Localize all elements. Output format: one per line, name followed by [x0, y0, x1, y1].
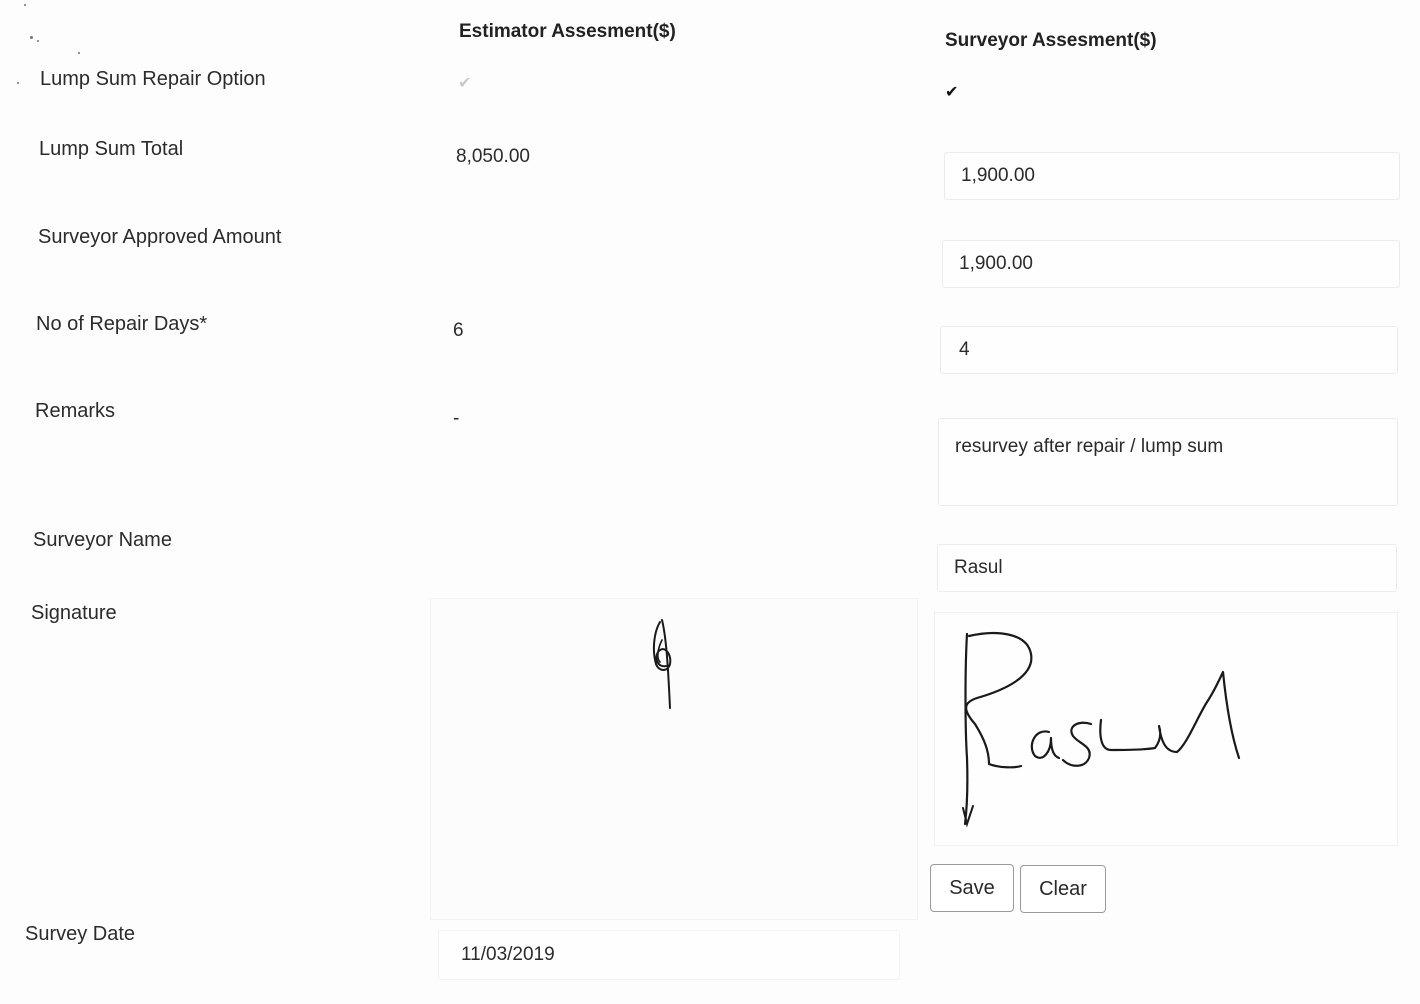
- surveyor-remarks-textarea[interactable]: resurvey after repair / lump sum: [938, 418, 1398, 506]
- surveyor-remarks-value: resurvey after repair / lump sum: [955, 436, 1224, 457]
- survey-date-label: Survey Date: [25, 923, 136, 945]
- remarks-label: Remarks: [35, 400, 116, 422]
- surveyor-name-value: Rasul: [954, 557, 1003, 578]
- scan-speck: [24, 4, 26, 6]
- surveyor-lump-sum-check-icon[interactable]: ✔: [945, 85, 958, 101]
- scan-speck: [37, 40, 39, 42]
- surveyor-signature-image[interactable]: [955, 628, 1245, 828]
- signature-label: Signature: [31, 602, 117, 624]
- surveyor-approved-amount-value: 1,900.00: [959, 253, 1033, 274]
- surveyor-repair-days-input[interactable]: 4: [940, 326, 1398, 374]
- surveyor-approved-amount-label: Surveyor Approved Amount: [38, 226, 282, 248]
- estimator-signature-image: [652, 619, 672, 709]
- repair-days-label: No of Repair Days*: [36, 313, 208, 335]
- surveyor-assessment-header: Surveyor Assesment($): [945, 30, 1157, 51]
- lump-sum-total-label: Lump Sum Total: [39, 138, 184, 160]
- clear-button[interactable]: Clear: [1020, 865, 1106, 913]
- survey-assessment-form: Estimator Assesment($) Surveyor Assesmen…: [0, 0, 1420, 1004]
- scan-speck: [30, 36, 33, 39]
- surveyor-lump-sum-total-input[interactable]: 1,900.00: [944, 152, 1400, 200]
- lump-sum-repair-option-label: Lump Sum Repair Option: [40, 68, 266, 90]
- surveyor-approved-amount-input[interactable]: 1,900.00: [942, 240, 1400, 288]
- survey-date-field: 11/03/2019: [438, 930, 900, 980]
- estimator-repair-days-value: 6: [453, 320, 464, 341]
- surveyor-name-input[interactable]: Rasul: [937, 544, 1397, 592]
- survey-date-value: 11/03/2019: [461, 944, 555, 965]
- scan-speck: [17, 82, 19, 84]
- estimator-lump-sum-total-value: 8,050.00: [456, 146, 530, 167]
- save-button[interactable]: Save: [930, 864, 1014, 912]
- estimator-remarks-value: -: [453, 408, 460, 429]
- estimator-lump-sum-check-icon: ✔: [458, 75, 472, 92]
- surveyor-name-label: Surveyor Name: [33, 529, 172, 551]
- scan-speck: [78, 52, 80, 54]
- surveyor-lump-sum-total-value: 1,900.00: [961, 165, 1035, 186]
- surveyor-repair-days-value: 4: [959, 339, 970, 360]
- estimator-assessment-header: Estimator Assesment($): [459, 21, 676, 42]
